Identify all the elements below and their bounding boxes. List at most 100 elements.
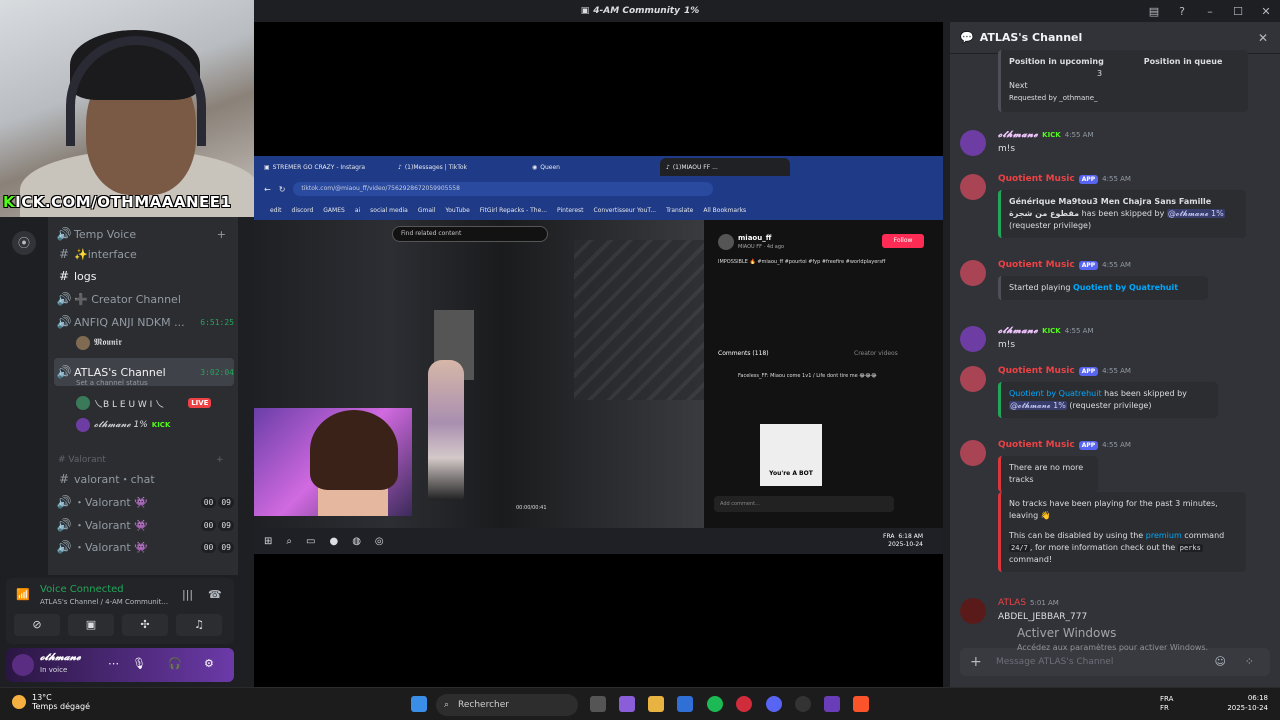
- voice-user-bleuwi[interactable]: 乀B L E U W I 乀 LIVE: [76, 394, 212, 412]
- tab-creator-videos[interactable]: Creator videos: [854, 350, 898, 357]
- language-indicator[interactable]: FRA FR: [1160, 695, 1173, 713]
- more-icon[interactable]: ⋯: [108, 657, 119, 670]
- camera-toggle-button[interactable]: ⊘: [14, 614, 60, 636]
- activate-windows: Activer Windows: [1017, 626, 1117, 640]
- channel-valorant-3[interactable]: 🔊 ・Valorant 👾 00 09: [54, 537, 234, 557]
- video-player[interactable]: Find related content 00:00/00:41: [254, 220, 704, 528]
- tiktok-sidebar: miaou_ff MIAOU FF · 4d ago Follow IMPOSS…: [704, 220, 943, 528]
- video-timecode: 00:00/00:41: [516, 505, 547, 511]
- store-icon[interactable]: [677, 696, 693, 712]
- window-title: ▣ 4-AM Community 1%: [580, 6, 700, 16]
- github-icon[interactable]: [795, 696, 811, 712]
- channel-logs[interactable]: # logs: [54, 266, 234, 286]
- comment: Faceless_FF: Miaou come 1v1 / Life dont …: [738, 373, 877, 379]
- task-view-icon[interactable]: [590, 696, 606, 712]
- apps-icon[interactable]: ⁘: [1245, 648, 1254, 676]
- server-button[interactable]: ⦿: [12, 231, 36, 255]
- avatar[interactable]: [960, 366, 986, 392]
- avatar[interactable]: [960, 440, 986, 466]
- voice-panel: 📶 Voice Connected ATLAS's Channel / 4-AM…: [6, 578, 234, 644]
- opera-icon[interactable]: [736, 696, 752, 712]
- add-channel-icon[interactable]: +: [217, 228, 226, 241]
- add-comment-input[interactable]: Add comment...: [714, 496, 894, 512]
- channel-list: 🔊 Temp Voice + # ✨interface # logs 🔊 ➕ C…: [48, 217, 238, 575]
- help-icon[interactable]: ?: [1168, 5, 1196, 18]
- maximize-button[interactable]: ☐: [1224, 5, 1252, 18]
- avatar[interactable]: [960, 326, 986, 352]
- microphone-icon[interactable]: 🎙: [132, 657, 146, 670]
- discord-icon[interactable]: [766, 696, 782, 712]
- avatar[interactable]: [12, 654, 34, 676]
- avatar[interactable]: [960, 260, 986, 286]
- voice-channel-path[interactable]: ATLAS's Channel / 4-AM Communit...: [40, 598, 168, 606]
- voice-user-mounir[interactable]: 𝕸𝖔𝖚𝖓𝖎𝖗: [76, 334, 122, 352]
- signal-icon[interactable]: 📶: [16, 588, 30, 601]
- close-button[interactable]: ✕: [1252, 5, 1280, 18]
- channel-valorant-1[interactable]: 🔊 ・Valorant 👾 00 09: [54, 492, 234, 512]
- voice-status[interactable]: Voice Connected: [40, 584, 124, 595]
- shared-browser: ▣ STREMER GO CRAZY - Instagra ♪ (1)Message…: [254, 156, 943, 528]
- taskbar-search[interactable]: ⌕ Rechercher: [436, 694, 578, 716]
- activate-windows-sub: Accédez aux paramètres pour activer Wind…: [1017, 643, 1209, 652]
- category-temp-voice[interactable]: 🔊 Temp Voice +: [54, 224, 234, 244]
- tiktok-icon: ♪: [666, 163, 670, 171]
- instagram-icon: ▣: [264, 163, 270, 171]
- file-explorer-icon[interactable]: [648, 696, 664, 712]
- back-icon[interactable]: ←: [264, 185, 271, 194]
- category-valorant[interactable]: # Valorant +: [58, 455, 224, 465]
- related-search[interactable]: Find related content: [392, 226, 548, 242]
- weather-widget[interactable]: 13°C Temps dégagé: [12, 693, 90, 711]
- brave-icon[interactable]: [853, 696, 869, 712]
- browser-tab[interactable]: ♪ (1)Messages | TikTok: [392, 158, 522, 176]
- browser-tab[interactable]: ▣ STREMER GO CRAZY - Instagra: [258, 158, 388, 176]
- skip-embed: Quotient by Quatrehuit has been skipped …: [998, 382, 1218, 418]
- channel-anfiq[interactable]: 🔊 ANFIQ ANJI NDKM ... 6:51:25: [54, 312, 234, 332]
- channel-creator[interactable]: 🔊 ➕ Creator Channel: [54, 289, 234, 309]
- windows-taskbar: 13°C Temps dégagé ⌕ Rechercher FRA FR 06:1…: [0, 687, 1280, 720]
- follow-button[interactable]: Follow: [882, 234, 924, 248]
- reload-icon[interactable]: ↻: [279, 185, 286, 194]
- spotify-icon[interactable]: [707, 696, 723, 712]
- avatar: [718, 234, 734, 250]
- screen-share-button[interactable]: ▣: [68, 614, 114, 636]
- chat-message: Quotient Music APP 4:55 AM Started playing…: [960, 260, 1270, 310]
- browser-tab-active[interactable]: ♪ (1)MIAOU FF ...: [660, 158, 790, 176]
- headphones-icon[interactable]: 🎧: [168, 657, 182, 670]
- speaker-icon: 🔊: [56, 227, 72, 241]
- leaving-embed: No tracks have been playing for the past…: [998, 492, 1246, 572]
- inbox-icon[interactable]: ▤: [1140, 5, 1168, 18]
- twitch-icon[interactable]: [824, 696, 840, 712]
- message-input[interactable]: + Message ATLAS's Channel ☺ ⁘: [960, 648, 1270, 676]
- close-icon[interactable]: ✕: [1258, 31, 1268, 45]
- url-field[interactable]: tiktok.com/@miaou_ff/video/7562928672059…: [293, 182, 714, 196]
- tab-comments[interactable]: Comments (118): [718, 350, 769, 357]
- channel-valorant-2[interactable]: 🔊 ・Valorant 👾 00 09: [54, 515, 234, 535]
- channel-valorant-chat[interactable]: # valorant・chat: [54, 469, 234, 489]
- emoji-icon[interactable]: ☺: [1215, 648, 1226, 676]
- activities-button[interactable]: ✣: [122, 614, 168, 636]
- chat-message: Quotient Music APP 4:55 AM Générique Ma9to…: [960, 174, 1270, 244]
- disconnect-icon[interactable]: ☎: [208, 588, 222, 601]
- system-clock[interactable]: 06:18 2025-10-24: [1227, 693, 1268, 713]
- speaker-icon: 🔊: [56, 518, 72, 532]
- copilot-icon[interactable]: [619, 696, 635, 712]
- now-playing-embed: Started playing Quotient by Quatrehuit: [998, 276, 1208, 300]
- avatar[interactable]: [960, 598, 986, 624]
- browser-tab[interactable]: ◉ Queen: [526, 158, 656, 176]
- chat-panel: 💬 ATLAS's Channel ✕ Position in upcoming…: [950, 22, 1280, 687]
- voice-user-othmane[interactable]: 𝓸𝓽𝓱𝓶𝓪𝓷𝓮 1% KICK: [76, 416, 170, 434]
- windows-start-icon[interactable]: [411, 696, 427, 712]
- avatar[interactable]: [960, 130, 986, 156]
- live-badge: LIVE: [188, 398, 212, 408]
- channel-status[interactable]: Set a channel status: [76, 379, 148, 387]
- soundboard-button[interactable]: ♫: [176, 614, 222, 636]
- add-channel-icon[interactable]: +: [216, 455, 224, 465]
- gear-icon[interactable]: ⚙: [204, 657, 214, 670]
- speaker-icon: 🔊: [56, 292, 72, 306]
- minimize-button[interactable]: –: [1196, 5, 1224, 18]
- noise-suppression-icon[interactable]: |||: [182, 588, 193, 601]
- chat-message: 𝓸𝓽𝓱𝓶𝓪𝓷𝓮 KICK 4:55 AM m!s: [960, 326, 1270, 362]
- avatar[interactable]: [960, 174, 986, 200]
- channel-interface[interactable]: # ✨interface: [54, 244, 234, 264]
- plus-icon[interactable]: +: [970, 648, 982, 676]
